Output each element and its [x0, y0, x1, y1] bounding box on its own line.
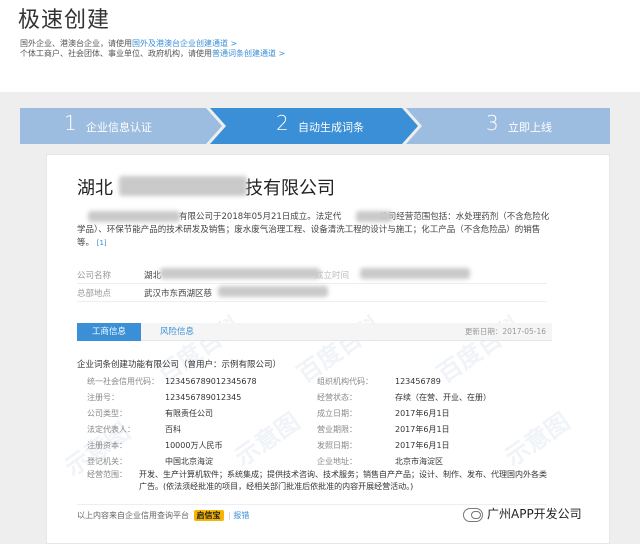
redaction-mask	[119, 176, 247, 196]
scope-label: 经营范围：	[87, 470, 127, 479]
company-name-label: 公司名称	[77, 271, 112, 281]
tab-business-info[interactable]: 工商信息	[77, 323, 141, 341]
ordinary-hint-text: 个体工商户、社会团体、事业单位、政府机构，请使用	[20, 49, 212, 58]
step-1: 1 企业信息认证	[64, 108, 204, 144]
tab-risk-info[interactable]: 风险信息	[149, 323, 205, 341]
desc-part1: 有限公司于2018年05月21日成立。法定代	[179, 212, 342, 222]
reg-value: 2017年6月1日	[395, 409, 450, 418]
headquarters-label: 总部地点	[77, 289, 112, 299]
ordinary-hint: 个体工商户、社会团体、事业单位、政府机构，请使用普通词条创建通道 >	[20, 48, 285, 59]
step-2-label: 自动生成词条	[298, 121, 364, 134]
company-title-end: 技有限公司	[245, 178, 335, 199]
foreign-hint-text: 国外企业、港澳台企业，请使用	[20, 39, 132, 48]
data-source: 以上内容来自企业信用查询平台 启信宝 | 报错	[77, 510, 249, 521]
step-2-number: 2	[276, 111, 289, 135]
reg-label: 注册资本：	[87, 441, 127, 450]
report-error-link[interactable]: 报错	[233, 511, 249, 520]
step-2: 2 自动生成词条	[276, 108, 416, 144]
founded-time-label: 成立时间	[315, 271, 350, 281]
wechat-account-name: 广州APP开发公司	[487, 507, 582, 521]
divider	[77, 283, 547, 284]
redaction-mask	[360, 268, 470, 279]
step-1-number: 1	[64, 111, 77, 135]
page-title: 极速创建	[18, 8, 111, 33]
reg-label: 组织机构代码：	[317, 377, 373, 386]
reg-value: 中国北京海淀	[165, 457, 213, 466]
redaction-mask	[88, 211, 180, 222]
reg-value: 123456789012345678	[165, 377, 257, 386]
page-header: 极速创建 国外企业、港澳台企业，请使用国外及港澳台企业创建通道 > 个体工商户、…	[0, 0, 640, 92]
reg-value: 123456789012345	[165, 393, 242, 402]
company-title-start: 湖北	[77, 178, 113, 199]
info-row-address: 总部地点 武汉市东西湖区慈	[77, 287, 212, 299]
reg-label: 登记机关：	[87, 457, 127, 466]
divider	[77, 301, 547, 302]
source-text: 以上内容来自企业信用查询平台	[77, 511, 189, 520]
company-name-value: 湖北	[144, 271, 162, 281]
reg-value: 2017年6月1日	[395, 425, 450, 434]
reg-label: 公司类型：	[87, 409, 127, 418]
redaction-mask	[218, 286, 328, 297]
reg-label: 经营状态：	[317, 393, 357, 402]
reg-value: 百科	[165, 425, 181, 434]
reg-value: 123456789	[395, 377, 441, 386]
info-tabs: 工商信息 风险信息 更新日期：2017-05-16	[77, 323, 552, 341]
step-3: 3 立即上线	[486, 108, 606, 144]
wechat-icon	[463, 507, 483, 522]
info-row-name: 公司名称 湖北 成立时间	[77, 269, 349, 281]
reg-label: 成立日期：	[317, 409, 357, 418]
step-1-label: 企业信息认证	[86, 121, 152, 134]
reg-value: 有限责任公司	[165, 409, 213, 418]
reg-label: 注册号：	[87, 393, 119, 402]
reg-value: 北京市海淀区	[395, 457, 443, 466]
reg-label: 法定代表人：	[87, 425, 135, 434]
reg-value: 存续（在营、开业、在册）	[395, 393, 491, 402]
redaction-mask	[160, 268, 320, 279]
registration-title: 企业词条创建功能有限公司（曾用户：示例有限公司）	[77, 360, 282, 370]
wechat-account-watermark: 广州APP开发公司	[463, 505, 582, 522]
ordinary-channel-link[interactable]: 普通词条创建通道 >	[212, 49, 285, 58]
reg-label: 发照日期：	[317, 441, 357, 450]
step-3-label: 立即上线	[508, 121, 552, 134]
reg-label: 营业期限：	[317, 425, 357, 434]
citation-ref[interactable]: [1]	[97, 239, 107, 247]
separator: |	[228, 511, 231, 520]
redaction-mask	[356, 211, 392, 222]
reg-value: 2017年6月1日	[395, 441, 450, 450]
scope-text: 开发、生产计算机软件；系统集成；提供技术咨询、技术服务；销售自产产品；设计、制作…	[139, 470, 547, 491]
headquarters-value: 武汉市东西湖区慈	[144, 289, 213, 299]
foreign-channel-link[interactable]: 国外及港澳台企业创建通道 >	[132, 39, 237, 48]
update-date: 更新日期：2017-05-16	[464, 327, 546, 336]
step-3-number: 3	[486, 111, 499, 135]
step-progress-bar: 1 企业信息认证 2 自动生成词条 3 立即上线	[20, 108, 610, 144]
reg-label: 统一社会信用代码：	[87, 377, 159, 386]
reg-value: 10000万人民币	[165, 441, 223, 450]
qixinbao-logo[interactable]: 启信宝	[193, 510, 224, 521]
reg-label: 企业地址：	[317, 457, 357, 466]
